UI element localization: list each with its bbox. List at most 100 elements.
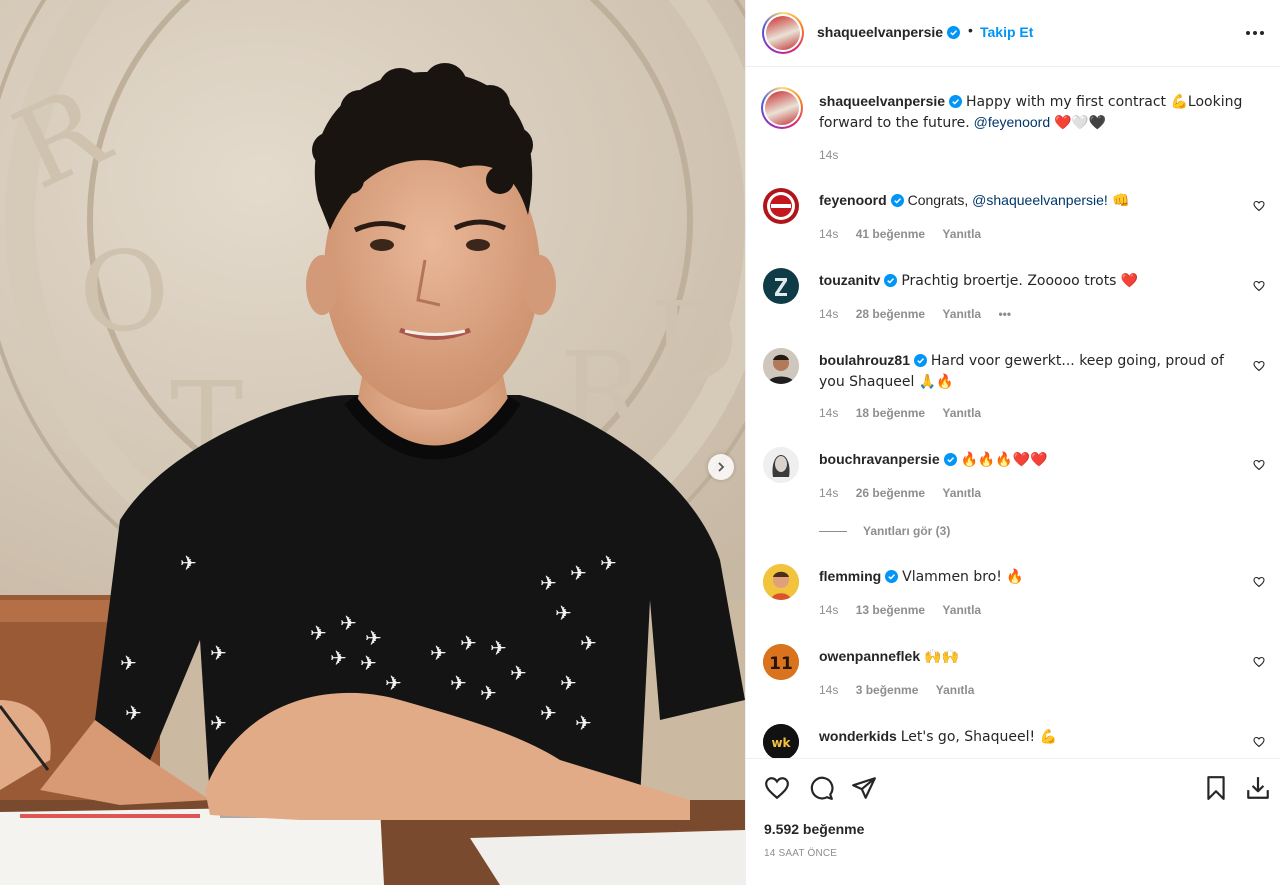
svg-text:✈: ✈ [560, 671, 577, 695]
svg-text:✈: ✈ [555, 601, 572, 625]
caption-username[interactable]: shaqueelvanpersie [819, 93, 945, 109]
comment-username[interactable]: wonderkids [819, 728, 897, 744]
comment-text: flemming Vlammen bro! 🔥 [819, 566, 1244, 587]
like-count[interactable]: 9.592 beğenme [764, 821, 864, 837]
comment-mention[interactable]: @shaqueelvanpersie! [972, 192, 1108, 208]
caption-avatar[interactable] [761, 87, 803, 129]
verified-badge-icon [947, 26, 961, 39]
reply-button[interactable]: Yanıtla [942, 486, 981, 500]
comment-avatar[interactable] [763, 447, 799, 483]
caption-time: 14s [819, 148, 839, 162]
svg-text:O: O [74, 224, 175, 359]
comment-emoji: 👊 [1107, 193, 1130, 209]
comment-likes[interactable]: 28 beğenme [856, 307, 925, 321]
avatar-portrait [763, 348, 799, 384]
comment-likes[interactable]: 41 beğenme [856, 227, 925, 241]
comment-body: 🙌🙌 [924, 649, 959, 665]
comment-body: 🔥🔥🔥❤️❤️ [960, 452, 1048, 468]
comment-text: bouchravanpersie 🔥🔥🔥❤️❤️ [819, 449, 1244, 470]
post-header: shaqueelvanpersie • Takip Et [746, 0, 1280, 67]
verified-badge-icon [914, 354, 928, 367]
comment-more-button[interactable]: ••• [998, 307, 1011, 321]
reply-button[interactable]: Yanıtla [936, 683, 975, 697]
svg-text:✈: ✈ [540, 571, 557, 595]
comment-username[interactable]: boulahrouz81 [819, 352, 910, 368]
verified-badge-icon [885, 570, 899, 583]
follow-button[interactable]: Takip Et [980, 24, 1033, 40]
svg-text:✈: ✈ [450, 671, 467, 695]
view-replies-button[interactable]: Yanıtları gör (3) [819, 524, 950, 538]
comment-username[interactable]: owenpanneflek [819, 648, 920, 664]
comment-likes[interactable]: 3 beğenme [856, 683, 919, 697]
comment-meta: 14s 28 beğenme Yanıtla ••• [819, 307, 1025, 321]
author-avatar[interactable] [762, 12, 804, 54]
reply-button[interactable]: Yanıtla [942, 406, 981, 420]
wonderkids-logo-text: wk [771, 736, 791, 750]
heart-icon[interactable] [1253, 656, 1265, 668]
comment-time: 14s [819, 486, 839, 500]
comment-time: 14s [819, 683, 839, 697]
download-icon[interactable] [1245, 775, 1271, 801]
caption-mention[interactable]: @feyenoord [974, 114, 1050, 130]
svg-text:✈: ✈ [480, 681, 497, 705]
comment-likes[interactable]: 26 beğenme [856, 486, 925, 500]
comment-avatar[interactable] [763, 188, 799, 224]
comment-likes[interactable]: 13 beğenme [856, 603, 925, 617]
heart-icon[interactable] [1253, 459, 1265, 471]
touzani-logo-icon [775, 278, 787, 296]
svg-text:✈: ✈ [340, 611, 357, 635]
svg-text:✈: ✈ [120, 651, 137, 675]
comment-meta: 14s 13 beğenme Yanıtla [819, 603, 995, 617]
svg-text:✈: ✈ [125, 701, 142, 725]
svg-text:✈: ✈ [180, 551, 197, 575]
reply-button[interactable]: Yanıtla [942, 603, 981, 617]
post-time[interactable]: 14 SAAT ÖNCE [764, 848, 837, 859]
caption-text: shaqueelvanpersie Happy with my first co… [819, 91, 1244, 133]
heart-icon[interactable] [1253, 360, 1265, 372]
svg-text:✈: ✈ [210, 641, 227, 665]
author-username[interactable]: shaqueelvanpersie [817, 24, 961, 40]
comments-list[interactable]: shaqueelvanpersie Happy with my first co… [746, 68, 1280, 758]
heart-icon[interactable] [764, 775, 790, 801]
comment-icon[interactable] [808, 775, 834, 801]
verified-badge-icon [890, 194, 904, 207]
comment-time: 14s [819, 406, 839, 420]
comment-username[interactable]: feyenoord [819, 192, 887, 208]
reply-button[interactable]: Yanıtla [942, 227, 981, 241]
comment-avatar[interactable]: 11 [763, 644, 799, 680]
avatar-portrait [763, 447, 799, 483]
comment-likes[interactable]: 18 beğenme [856, 406, 925, 420]
comment-username[interactable]: flemming [819, 568, 881, 584]
comment-avatar[interactable] [763, 564, 799, 600]
bookmark-icon[interactable] [1203, 775, 1229, 801]
next-photo-button[interactable] [708, 454, 734, 480]
comment-avatar[interactable] [763, 268, 799, 304]
view-replies-label[interactable]: Yanıtları gör (3) [863, 524, 950, 538]
heart-icon[interactable] [1253, 576, 1265, 588]
comment-avatar[interactable]: wk [763, 724, 799, 758]
more-options-icon[interactable] [1244, 22, 1266, 44]
next-arrow-icon [718, 462, 725, 472]
share-icon[interactable] [851, 775, 877, 801]
svg-text:✈: ✈ [580, 631, 597, 655]
svg-text:✈: ✈ [365, 626, 382, 650]
svg-text:✈: ✈ [360, 651, 377, 675]
reply-button[interactable]: Yanıtla [942, 307, 981, 321]
comment-body: Congrats, [907, 192, 973, 208]
heart-icon[interactable] [1253, 736, 1265, 748]
comment-username[interactable]: touzanitv [819, 272, 880, 288]
comment-username[interactable]: bouchravanpersie [819, 451, 940, 467]
heart-icon[interactable] [1253, 200, 1265, 212]
svg-text:✈: ✈ [600, 551, 617, 575]
comment-text: owenpanneflek 🙌🙌 [819, 646, 1244, 667]
comment-time: 14s [819, 227, 839, 241]
heart-icon[interactable] [1253, 280, 1265, 292]
comment-text: feyenoord Congrats, @shaqueelvanpersie! … [819, 190, 1244, 211]
avatar-portrait [763, 564, 799, 600]
comment-meta: 14s 41 beğenme Yanıtla [819, 227, 995, 241]
author-username-text[interactable]: shaqueelvanpersie [817, 24, 943, 40]
verified-badge-icon [943, 453, 957, 466]
comment-avatar[interactable] [763, 348, 799, 384]
verified-badge-icon [949, 95, 963, 108]
verified-badge-icon [884, 274, 898, 287]
